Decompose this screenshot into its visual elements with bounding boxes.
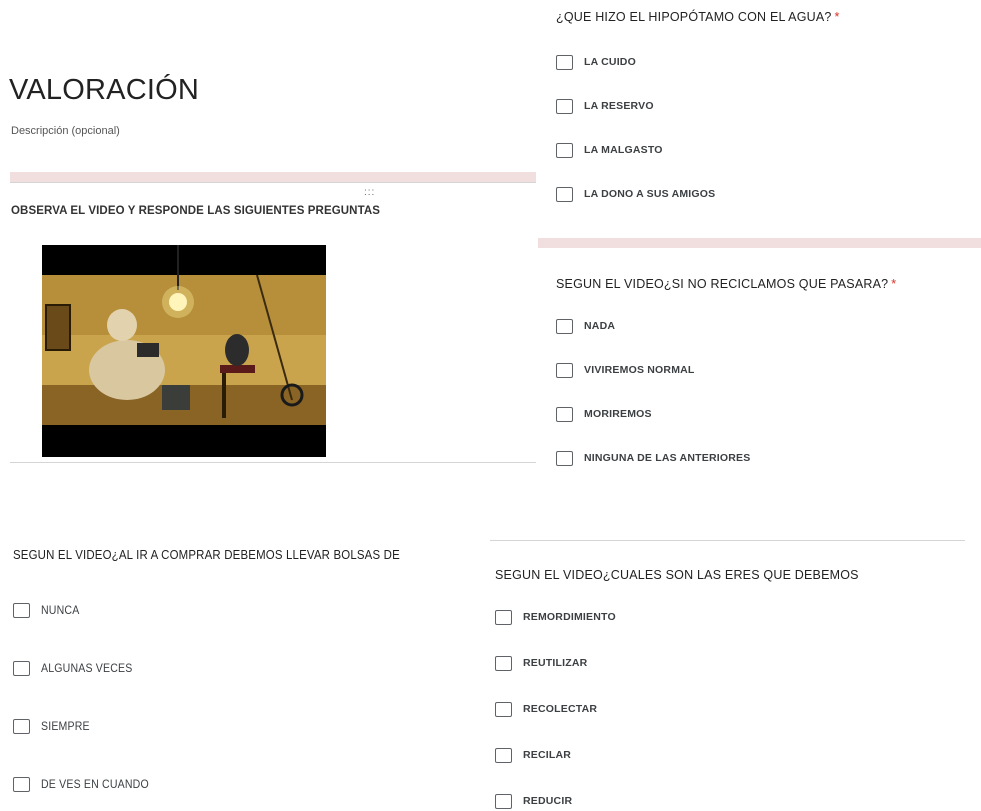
checkbox[interactable]	[495, 701, 512, 717]
video-frame-image	[42, 245, 326, 457]
question-title: SEGUN EL VIDEO¿AL IR A COMPRAR DEBEMOS L…	[13, 547, 400, 562]
form-description[interactable]: Descripción (opcional)	[11, 125, 120, 137]
checkbox[interactable]	[495, 609, 512, 625]
checkbox[interactable]	[495, 793, 512, 809]
question-4-options: REMORDIMIENTO REUTILIZAR RECOLECTAR RECI…	[495, 607, 616, 811]
form-title: VALORACIÓN	[9, 74, 200, 106]
checkbox[interactable]	[13, 602, 30, 618]
question-title: SEGUN EL VIDEO¿SI NO RECICLAMOS QUE PASA…	[556, 277, 897, 291]
option-recilar[interactable]: RECILAR	[495, 745, 616, 765]
option-la-cuido[interactable]: LA CUIDO	[556, 52, 715, 72]
checkbox[interactable]	[556, 318, 573, 334]
checkbox[interactable]	[556, 54, 573, 70]
checkbox[interactable]	[556, 406, 573, 422]
question-2-options: NADA VIVIREMOS NORMAL MORIREMOS NINGUNA …	[556, 316, 750, 468]
option-recolectar[interactable]: RECOLECTAR	[495, 699, 616, 719]
required-star: *	[891, 277, 897, 291]
checkbox[interactable]	[13, 776, 30, 792]
option-la-malgasto[interactable]: LA MALGASTO	[556, 140, 715, 160]
option-reutilizar[interactable]: REUTILIZAR	[495, 653, 616, 673]
drag-handle-icon[interactable]: :::	[364, 187, 375, 198]
question-card-4: SEGUN EL VIDEO¿CUALES SON LAS ERES QUE D…	[495, 568, 859, 582]
divider-line	[10, 462, 536, 463]
question-card-2: SEGUN EL VIDEO¿SI NO RECICLAMOS QUE PASA…	[556, 277, 896, 291]
question-3-options: NUNCA ALGUNAS VECES SIEMPRE DE VES EN CU…	[13, 600, 164, 794]
checkbox[interactable]	[495, 747, 512, 763]
checkbox[interactable]	[13, 660, 30, 676]
divider-line	[490, 540, 965, 541]
question-title: ¿QUE HIZO EL HIPOPÓTAMO CON EL AGUA? *	[556, 10, 840, 24]
option-la-reservo[interactable]: LA RESERVO	[556, 96, 715, 116]
checkbox[interactable]	[556, 142, 573, 158]
option-ninguna-de-las-anteriores[interactable]: NINGUNA DE LAS ANTERIORES	[556, 448, 750, 468]
checkbox[interactable]	[13, 718, 30, 734]
option-algunas-veces[interactable]: ALGUNAS VECES	[13, 658, 164, 678]
option-reducir[interactable]: REDUCIR	[495, 791, 616, 811]
option-de-ves-en-cuando[interactable]: DE VES EN CUANDO	[13, 774, 164, 794]
option-nada[interactable]: NADA	[556, 316, 750, 336]
option-nunca[interactable]: NUNCA	[13, 600, 164, 620]
checkbox[interactable]	[556, 186, 573, 202]
question-card-3: SEGUN EL VIDEO¿AL IR A COMPRAR DEBEMOS L…	[13, 547, 453, 562]
divider-line	[10, 182, 536, 183]
checkbox[interactable]	[495, 655, 512, 671]
option-moriremos[interactable]: MORIREMOS	[556, 404, 750, 424]
question-title: SEGUN EL VIDEO¿CUALES SON LAS ERES QUE D…	[495, 568, 859, 582]
option-remordimiento[interactable]: REMORDIMIENTO	[495, 607, 616, 627]
question-card-1: ¿QUE HIZO EL HIPOPÓTAMO CON EL AGUA? *	[556, 10, 840, 24]
option-siempre[interactable]: SIEMPRE	[13, 716, 164, 736]
video-thumbnail[interactable]	[42, 245, 326, 457]
checkbox[interactable]	[556, 98, 573, 114]
checkbox[interactable]	[556, 362, 573, 378]
section-title: OBSERVA EL VIDEO Y RESPONDE LAS SIGUIENT…	[11, 205, 381, 217]
required-star: *	[834, 10, 840, 24]
question-1-options: LA CUIDO LA RESERVO LA MALGASTO LA DONO …	[556, 52, 715, 204]
option-viviremos-normal[interactable]: VIVIREMOS NORMAL	[556, 360, 750, 380]
section-divider	[538, 238, 981, 248]
option-la-dono-a-sus-amigos[interactable]: LA DONO A SUS AMIGOS	[556, 184, 715, 204]
checkbox[interactable]	[556, 450, 573, 466]
section-divider	[10, 172, 536, 182]
